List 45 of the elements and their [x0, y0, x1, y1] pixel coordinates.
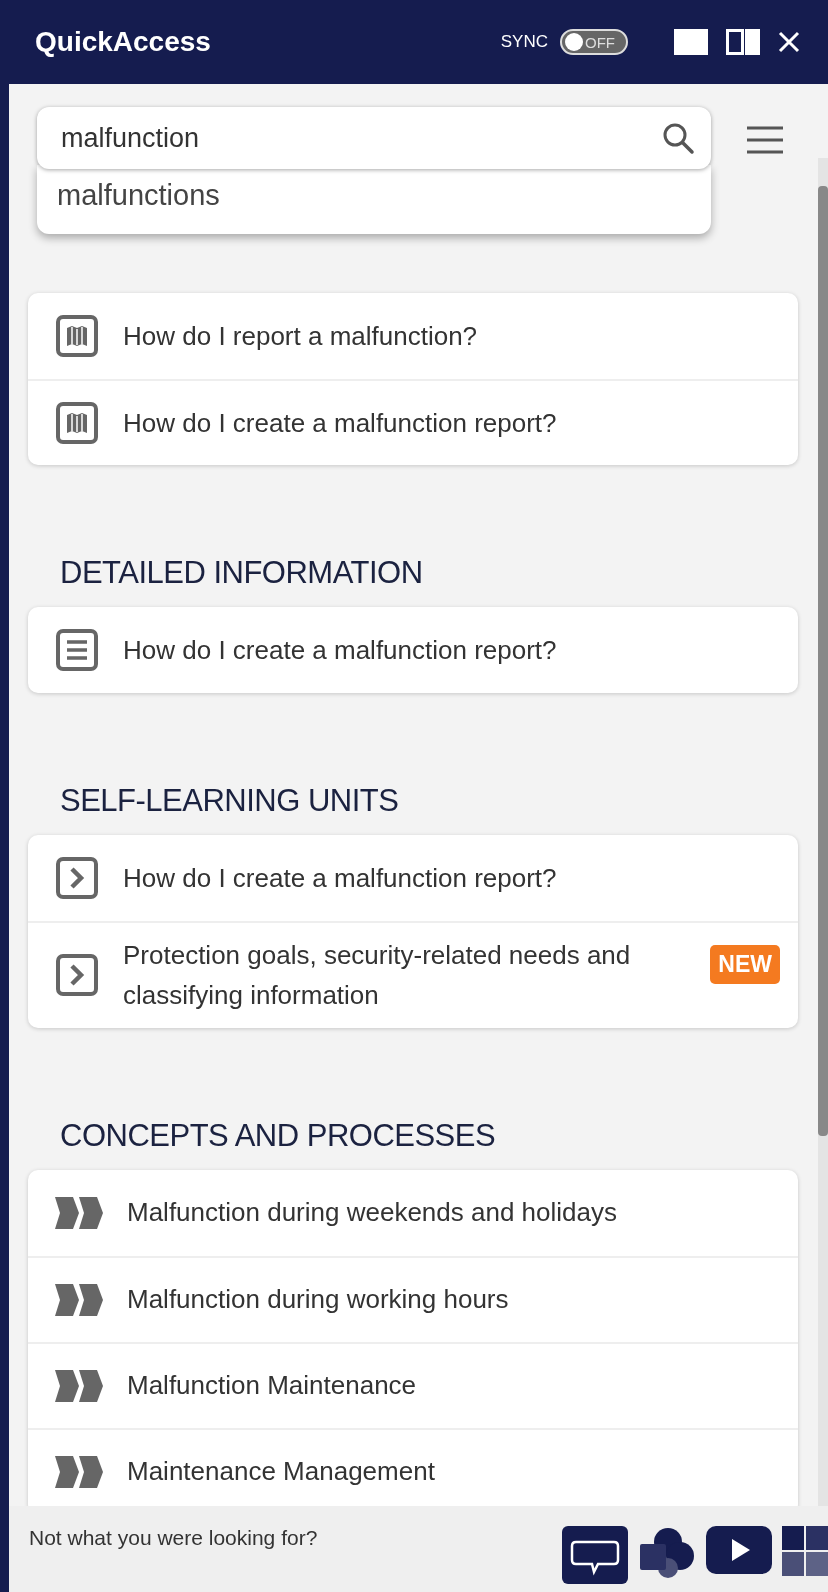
footer-prompt: Not what you were looking for? — [29, 1526, 318, 1550]
double-chevron-icon — [55, 1455, 103, 1488]
result-item[interactable]: Malfunction Maintenance — [28, 1341, 798, 1428]
double-chevron-icon — [55, 1369, 103, 1402]
menu-icon[interactable] — [745, 125, 785, 155]
result-item[interactable]: Protection goals, security-related needs and classifying information NEW — [28, 921, 798, 1028]
scrollbar[interactable] — [818, 158, 828, 1506]
section-heading: CONCEPTS AND PROCESSES — [60, 1117, 497, 1154]
chat-icon[interactable] — [562, 1526, 628, 1584]
close-icon[interactable] — [778, 31, 800, 53]
result-label: How do I create a malfunction report? — [123, 406, 558, 440]
search-input[interactable]: malfunction — [59, 121, 661, 155]
section-heading: DETAILED INFORMATION — [60, 555, 424, 591]
result-item[interactable]: Malfunction during working hours — [28, 1255, 798, 1342]
sync-label: SYNC — [500, 32, 548, 52]
grid-icon[interactable] — [782, 1526, 828, 1576]
book-icon — [55, 314, 99, 358]
split-view-icon[interactable] — [726, 29, 760, 55]
result-label: Malfunction during weekends and holidays — [127, 1196, 618, 1230]
result-label: Malfunction during working hours — [127, 1283, 510, 1317]
result-item[interactable]: How do I create a malfunction report? — [28, 379, 798, 465]
chevron-icon — [55, 953, 99, 998]
suggestion-item[interactable]: malfunctions — [57, 179, 691, 212]
search-icon[interactable] — [661, 121, 695, 155]
result-item[interactable]: Malfunction during weekends and holidays — [28, 1169, 798, 1256]
book-icon — [55, 401, 99, 445]
result-label: Protection goals, security-related needs and classifying information — [123, 939, 632, 1013]
result-label: Maintenance Management — [127, 1455, 436, 1489]
double-chevron-icon — [55, 1283, 103, 1316]
search-field[interactable]: malfunction — [37, 107, 711, 169]
result-item[interactable]: How do I create a malfunction report? — [28, 835, 798, 921]
result-label: How do I create a malfunction report? — [123, 633, 558, 667]
result-label: How do I report a malfunction? — [123, 319, 479, 353]
sync-toggle[interactable]: OFF — [560, 29, 628, 55]
document-icon — [55, 628, 99, 672]
result-item[interactable]: How do I create a malfunction report? — [28, 607, 798, 693]
play-icon[interactable] — [706, 1526, 772, 1574]
chevron-icon — [55, 856, 99, 900]
new-badge: NEW — [710, 945, 780, 984]
result-label: Malfunction Maintenance — [127, 1369, 418, 1403]
result-item[interactable]: How do I report a malfunction? — [28, 293, 798, 379]
section-heading: SELF-LEARNING UNITS — [60, 783, 400, 819]
result-label: How do I create a malfunction report? — [123, 861, 558, 895]
window-title: QuickAccess — [35, 26, 211, 58]
double-chevron-icon — [55, 1196, 103, 1229]
